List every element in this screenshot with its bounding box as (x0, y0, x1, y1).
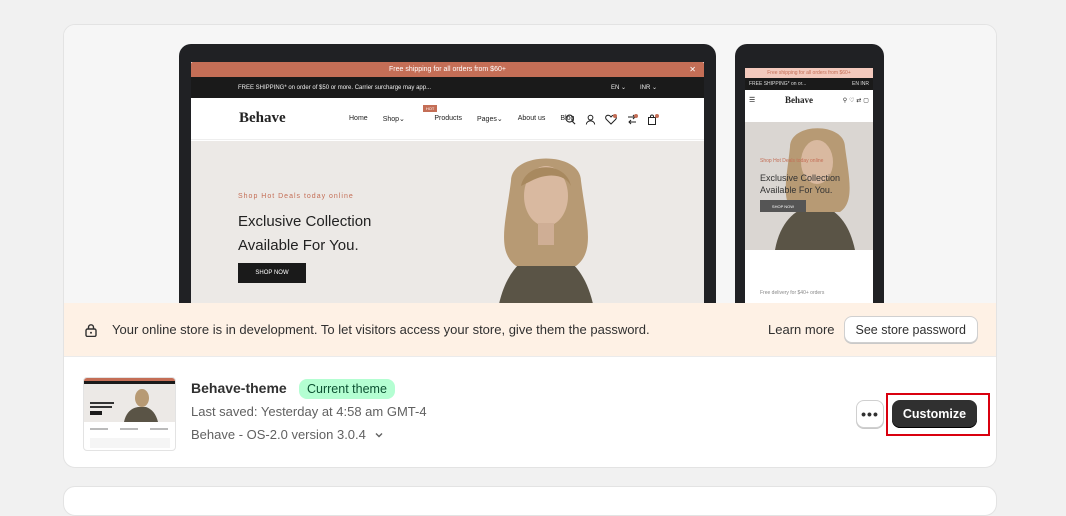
theme-thumbnail[interactable] (83, 377, 176, 451)
last-saved-text: Last saved: Yesterday at 4:58 am GMT-4 (191, 404, 427, 419)
mobile-logo: Behave (785, 95, 814, 105)
hero-title: Exclusive Collection Available For You. (238, 213, 372, 254)
lang-select: EN ⌄ (610, 85, 626, 91)
mobile-nav: ☰ Behave ⚲ ♡ ⇄ ▢ (745, 90, 873, 110)
mobile-hero-tag: Shop Hot Deals today online (760, 158, 824, 164)
theme-card: Free shipping for all orders from $60+ ✕… (63, 24, 997, 468)
mobile-topbar: FREE SHIPPING* on or... EN INR (745, 78, 873, 90)
announcement-text: Free shipping for all orders from $60+ (389, 66, 506, 73)
lock-icon (85, 323, 97, 337)
theme-preview[interactable]: Free shipping for all orders from $60+ ✕… (64, 25, 996, 303)
hot-badge: HOT (422, 104, 438, 112)
search-icon (565, 114, 576, 125)
mobile-icons: ⚲ ♡ ⇄ ▢ (842, 96, 869, 104)
mobile-preview: Free shipping for all orders from $60+ F… (735, 44, 884, 303)
hero-tag: Shop Hot Deals today online (238, 193, 354, 200)
see-store-password-button[interactable]: See store password (843, 316, 978, 343)
top-bar: FREE SHIPPING* on order of $50 or more. … (191, 77, 704, 98)
store-logo: Behave (239, 110, 286, 126)
menu-item: Products (434, 114, 462, 122)
thumbnail-image (84, 378, 175, 448)
mobile-announcement: Free shipping for all orders from $60+ (745, 68, 873, 78)
mobile-hero: Shop Hot Deals today online Exclusive Co… (745, 122, 873, 250)
topbar-text: FREE SHIPPING* on order of $50 or more. … (238, 84, 432, 91)
user-icon (585, 114, 596, 125)
hero-shop-button: SHOP NOW (238, 263, 306, 283)
cart-icon (648, 114, 659, 125)
learn-more-link[interactable]: Learn more (768, 322, 834, 337)
menu-item: Home (349, 114, 368, 122)
customize-button[interactable]: Customize (892, 400, 977, 428)
store-menu: Home Shop⌄HOT Products Pages⌄ About us B… (349, 104, 574, 123)
banner-message: Your online store is in development. To … (112, 322, 650, 337)
current-theme-row: Behave-theme Current theme Last saved: Y… (64, 356, 996, 467)
mobile-footer-note: Free delivery for $40+ orders (760, 290, 825, 296)
hamburger-icon: ☰ (749, 96, 756, 104)
mobile-screen: Free shipping for all orders from $60+ F… (745, 68, 873, 303)
mobile-hero-title: Exclusive Collection Available For You. (760, 173, 841, 195)
mobile-hero-button: SHOP NOW (760, 200, 806, 212)
heart-icon (605, 114, 617, 125)
theme-version-label: Behave - OS-2.0 version 3.0.4 (191, 427, 366, 442)
hero-banner: Shop Hot Deals today online Exclusive Co… (191, 141, 704, 303)
next-card (63, 486, 997, 516)
development-banner: Your online store is in development. To … (64, 303, 996, 356)
current-theme-badge: Current theme (299, 379, 395, 399)
menu-item: About us (517, 114, 546, 122)
menu-item-pages: Pages⌄ (477, 115, 503, 123)
close-icon: ✕ (689, 65, 696, 74)
laptop-screen: Free shipping for all orders from $60+ ✕… (191, 62, 704, 303)
theme-name: Behave-theme (191, 380, 287, 396)
laptop-preview: Free shipping for all orders from $60+ ✕… (179, 44, 716, 303)
store-icons (565, 114, 659, 125)
more-actions-button[interactable]: ••• (856, 400, 884, 428)
compare-icon (628, 114, 638, 125)
chevron-down-icon (375, 432, 383, 437)
currency-select: INR ⌄ (639, 85, 657, 91)
hero-model-image (499, 158, 593, 303)
menu-item-shop: Shop⌄HOT (383, 104, 438, 123)
theme-version[interactable]: Behave - OS-2.0 version 3.0.4 (191, 427, 384, 442)
announcement-bar: Free shipping for all orders from $60+ ✕ (191, 62, 704, 77)
store-nav: Behave Home Shop⌄HOT Products Pages⌄ Abo… (191, 98, 704, 140)
